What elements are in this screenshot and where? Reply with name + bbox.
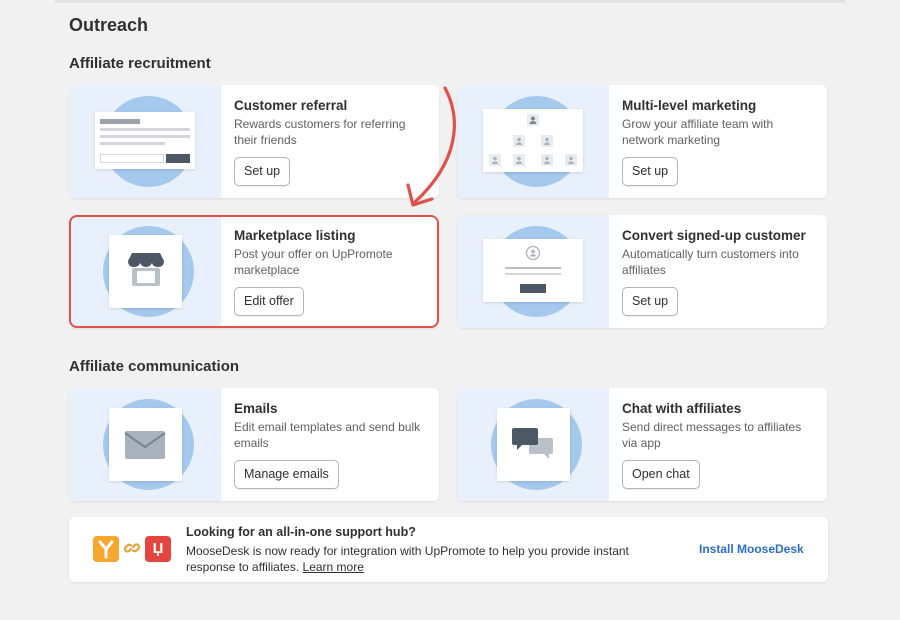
uppromote-logo-icon: Џ xyxy=(145,536,171,562)
moosedesk-logo-icon xyxy=(93,536,119,562)
signup-form-icon xyxy=(483,239,583,302)
chat-bubbles-icon xyxy=(497,408,570,481)
network-tree-icon xyxy=(483,109,583,172)
convert-customer-setup-button[interactable]: Set up xyxy=(622,287,679,316)
customer-referral-setup-button[interactable]: Set up xyxy=(234,157,291,186)
customer-referral-illustration xyxy=(69,85,221,198)
learn-more-link[interactable]: Learn more xyxy=(303,560,364,574)
card-title: Multi-level marketing xyxy=(622,98,757,113)
edit-offer-button[interactable]: Edit offer xyxy=(234,287,304,316)
multi-level-illustration xyxy=(457,85,609,198)
manage-emails-button[interactable]: Manage emails xyxy=(234,460,339,489)
banner-title: Looking for an all-in-one support hub? xyxy=(186,525,416,539)
card-convert-customer: Convert signed-up customer Automatically… xyxy=(457,215,827,328)
section-title-recruitment: Affiliate recruitment xyxy=(69,55,211,72)
card-title: Marketplace listing xyxy=(234,228,356,243)
storefront-icon xyxy=(109,235,182,308)
marketplace-illustration xyxy=(69,215,221,328)
section-title-communication: Affiliate communication xyxy=(69,358,240,375)
card-description: Send direct messages to affiliates via a… xyxy=(622,420,802,450)
banner-description: MooseDesk is now ready for integration w… xyxy=(186,543,676,575)
install-moosedesk-link[interactable]: Install MooseDesk xyxy=(699,542,804,556)
convert-customer-illustration xyxy=(457,215,609,328)
open-chat-button[interactable]: Open chat xyxy=(622,460,700,489)
banner-description-text: MooseDesk is now ready for integration w… xyxy=(186,544,629,574)
card-emails: Emails Edit email templates and send bul… xyxy=(69,388,439,501)
page-title: Outreach xyxy=(69,15,149,35)
card-title: Chat with affiliates xyxy=(622,401,742,416)
referral-form-icon xyxy=(95,112,195,169)
card-description: Edit email templates and send bulk email… xyxy=(234,420,421,450)
multi-level-setup-button[interactable]: Set up xyxy=(622,157,679,186)
moosedesk-banner: Џ Looking for an all-in-one support hub?… xyxy=(69,517,828,582)
card-multi-level-marketing: Multi-level marketing Grow your affiliat… xyxy=(457,85,827,198)
card-marketplace-listing: Marketplace listing Post your offer on U… xyxy=(69,215,439,328)
chat-illustration xyxy=(457,388,609,501)
card-title: Customer referral xyxy=(234,98,348,113)
card-description: Post your offer on UpPromote marketplace xyxy=(234,247,393,277)
card-description: Grow your affiliate team with network ma… xyxy=(622,117,774,147)
emails-illustration xyxy=(69,388,221,501)
card-description: Automatically turn customers into affili… xyxy=(622,247,799,277)
card-title: Convert signed-up customer xyxy=(622,228,806,243)
envelope-icon xyxy=(109,408,182,481)
card-title: Emails xyxy=(234,401,278,416)
card-chat-affiliates: Chat with affiliates Send direct message… xyxy=(457,388,827,501)
top-divider xyxy=(55,0,845,3)
card-customer-referral: Customer referral Rewards customers for … xyxy=(69,85,439,198)
card-description: Rewards customers for referring their fr… xyxy=(234,117,406,147)
link-chain-icon xyxy=(123,543,141,553)
